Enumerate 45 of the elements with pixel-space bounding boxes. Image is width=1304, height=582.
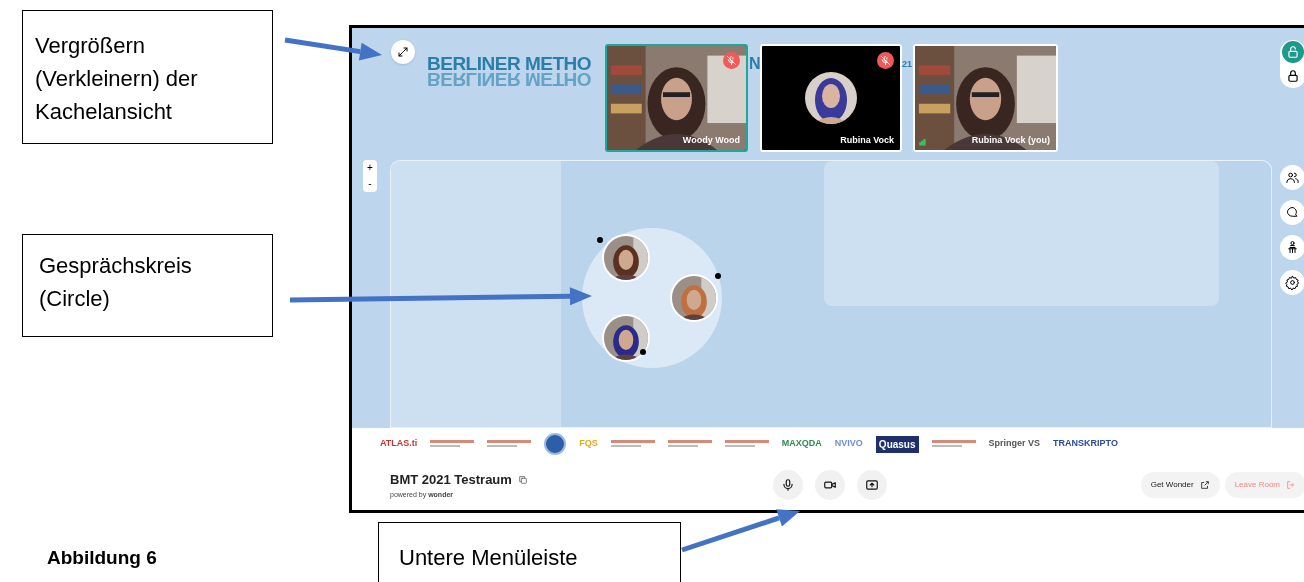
camera-button[interactable] bbox=[814, 470, 845, 500]
zoom-out-button[interactable]: - bbox=[368, 176, 372, 192]
presenter-icon[interactable] bbox=[1280, 235, 1304, 260]
microphone-icon bbox=[780, 478, 795, 492]
banner-reflection: BERLINER METHO bbox=[427, 70, 591, 88]
annotation-text: Gesprächskreis (Circle) bbox=[39, 252, 193, 313]
sponsor-logo bbox=[487, 440, 532, 448]
get-wonder-button[interactable]: Get Wonder bbox=[1140, 472, 1220, 498]
sponsor-logo: ATLAS.ti bbox=[380, 437, 418, 451]
zoom-in-button[interactable]: + bbox=[367, 160, 373, 176]
exit-icon bbox=[1286, 480, 1296, 490]
sponsor-logo bbox=[544, 433, 567, 455]
chat-icon[interactable] bbox=[1280, 200, 1304, 225]
sponsor-logo: Quasus bbox=[875, 435, 919, 453]
sponsor-logo bbox=[724, 440, 769, 448]
banner-text: 21 bbox=[902, 58, 912, 71]
expand-icon bbox=[397, 46, 409, 58]
sponsor-logo: MAXQDA bbox=[781, 437, 822, 451]
copy-icon[interactable] bbox=[517, 474, 528, 485]
banner-text: N bbox=[749, 55, 761, 73]
annotation-text: Vergrößern (Verkleinern) der Kachelansicht bbox=[35, 32, 199, 126]
banner-text: BERLINER METHO bbox=[427, 55, 591, 73]
participant-name: Rubina Vock (you) bbox=[971, 133, 1050, 147]
participant-name: Rubina Vock bbox=[840, 133, 894, 147]
sponsor-logo bbox=[430, 440, 475, 448]
video-camera-icon bbox=[822, 478, 837, 492]
expand-button[interactable] bbox=[391, 40, 415, 64]
lock-toggle[interactable] bbox=[1280, 40, 1304, 88]
sponsor-logo: Springer VS bbox=[988, 437, 1041, 451]
settings-icon[interactable] bbox=[1280, 270, 1304, 295]
annotation-text: Untere Menüleiste bbox=[399, 544, 579, 572]
room-title: BMT 2021 Testraum bbox=[390, 471, 512, 489]
share-screen-icon bbox=[864, 478, 879, 492]
sponsor-logo: NVIVO bbox=[834, 437, 863, 451]
participant-name: Woody Wood bbox=[682, 133, 740, 147]
sponsor-logo: FQS bbox=[579, 437, 598, 451]
sponsor-logo bbox=[931, 440, 976, 448]
microphone-button[interactable] bbox=[772, 470, 803, 500]
external-link-icon bbox=[1199, 480, 1210, 490]
sponsor-logo: TRANSKRIPTO bbox=[1053, 437, 1118, 451]
share-screen-button[interactable] bbox=[856, 470, 887, 500]
sponsor-logo bbox=[667, 440, 712, 448]
figure-caption: Abbildung 6 bbox=[47, 546, 157, 570]
people-icon[interactable] bbox=[1280, 165, 1304, 190]
sponsor-logo bbox=[610, 440, 655, 448]
